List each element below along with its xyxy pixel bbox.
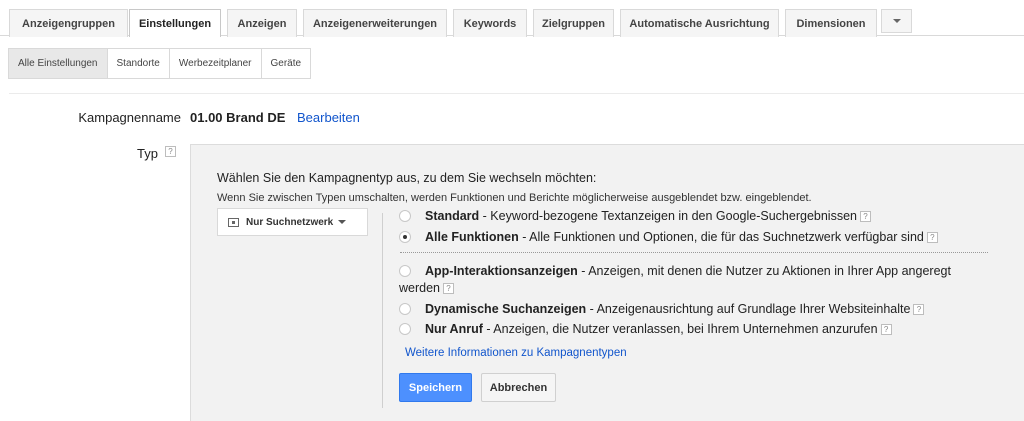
option-nur-anruf-desc: - Anzeigen, die Nutzer veranlassen, bei …: [482, 322, 878, 336]
edit-campaign-name-link[interactable]: Bearbeiten: [297, 110, 360, 125]
more-tabs-button[interactable]: [881, 9, 912, 33]
save-button[interactable]: Speichern: [399, 373, 472, 402]
tab-einstellungen[interactable]: Einstellungen: [129, 9, 221, 37]
option-nur-anruf[interactable]: Nur Anruf - Anzeigen, die Nutzer veranla…: [399, 322, 892, 336]
campaign-name-label: Kampagnenname: [78, 110, 181, 125]
option-standard[interactable]: Standard - Keyword-bezogene Textanzeigen…: [399, 209, 871, 223]
option-app-interaktion[interactable]: App-Interaktionsanzeigen - Anzeigen, mit…: [399, 264, 951, 278]
section-divider: [9, 93, 1024, 94]
option-app-interaktion-title: App-Interaktionsanzeigen: [425, 264, 578, 278]
campaign-type-panel: [190, 144, 1024, 421]
campaign-name-value: 01.00 Brand DE: [190, 110, 286, 125]
tab-anzeigengruppen[interactable]: Anzeigengruppen: [9, 9, 128, 37]
chevron-down-icon: [338, 220, 347, 224]
tab-anzeigenerweiterungen[interactable]: Anzeigenerweiterungen: [303, 9, 447, 37]
help-icon[interactable]: ?: [880, 324, 892, 336]
tab-keywords[interactable]: Keywords: [453, 9, 527, 37]
help-icon[interactable]: ?: [913, 304, 925, 316]
subtab-geraete[interactable]: Geräte: [260, 48, 312, 79]
type-help-icon[interactable]: ?: [165, 146, 176, 157]
type-label: Typ: [137, 146, 158, 161]
chevron-down-icon: [892, 19, 901, 23]
tab-dimensionen[interactable]: Dimensionen: [785, 9, 877, 37]
option-alle-funktionen-title: Alle Funktionen: [425, 230, 519, 244]
option-app-interaktion-desc2: werden: [399, 281, 440, 295]
radio-standard[interactable]: [399, 210, 411, 222]
option-alle-funktionen[interactable]: Alle Funktionen - Alle Funktionen und Op…: [399, 230, 938, 244]
main-tab-bar: Anzeigengruppen Einstellungen Anzeigen A…: [0, 0, 1024, 37]
radio-app-interaktion[interactable]: [399, 265, 411, 277]
option-dynamische-desc: - Anzeigenausrichtung auf Grundlage Ihre…: [586, 302, 911, 316]
option-standard-desc: - Keyword-bezogene Textanzeigen in den G…: [479, 209, 857, 223]
subtab-alle-einstellungen[interactable]: Alle Einstellungen: [8, 48, 108, 79]
type-switch-note: Wenn Sie zwischen Typen umschalten, werd…: [217, 192, 812, 204]
option-standard-title: Standard: [425, 209, 480, 223]
network-type-dropdown[interactable]: Nur Suchnetzwerk: [217, 208, 368, 236]
tab-automatische-ausrichtung[interactable]: Automatische Ausrichtung: [620, 9, 779, 37]
settings-subtab-bar: Alle Einstellungen Standorte Werbezeitpl…: [8, 48, 312, 79]
radio-dynamische-suchanzeigen[interactable]: [399, 303, 411, 315]
option-dynamische-suchanzeigen[interactable]: Dynamische Suchanzeigen - Anzeigenausric…: [399, 302, 925, 316]
type-instruction: Wählen Sie den Kampagnentyp aus, zu dem …: [217, 171, 597, 185]
radio-nur-anruf[interactable]: [399, 323, 411, 335]
panel-vertical-divider: [382, 213, 383, 408]
subtab-standorte[interactable]: Standorte: [106, 48, 170, 79]
option-nur-anruf-title: Nur Anruf: [425, 322, 483, 336]
cancel-button[interactable]: Abbrechen: [481, 373, 556, 402]
campaign-types-info-link[interactable]: Weitere Informationen zu Kampagnentypen: [405, 347, 627, 359]
option-dynamische-title: Dynamische Suchanzeigen: [425, 302, 587, 316]
tab-anzeigen[interactable]: Anzeigen: [227, 9, 297, 37]
help-icon[interactable]: ?: [443, 283, 454, 295]
subtab-werbezeitplaner[interactable]: Werbezeitplaner: [168, 48, 262, 79]
help-icon[interactable]: ?: [859, 211, 871, 223]
radio-alle-funktionen[interactable]: [399, 231, 411, 243]
options-dotted-separator: [400, 252, 988, 253]
network-type-value: Nur Suchnetzwerk: [246, 216, 334, 228]
search-network-icon: [228, 217, 239, 227]
option-app-interaktion-wrap: werden?: [399, 281, 454, 295]
option-app-interaktion-desc: - Anzeigen, mit denen die Nutzer zu Akti…: [577, 264, 951, 278]
option-alle-funktionen-desc: - Alle Funktionen und Optionen, die für …: [518, 230, 924, 244]
tab-zielgruppen[interactable]: Zielgruppen: [533, 9, 614, 37]
help-icon[interactable]: ?: [926, 232, 938, 244]
